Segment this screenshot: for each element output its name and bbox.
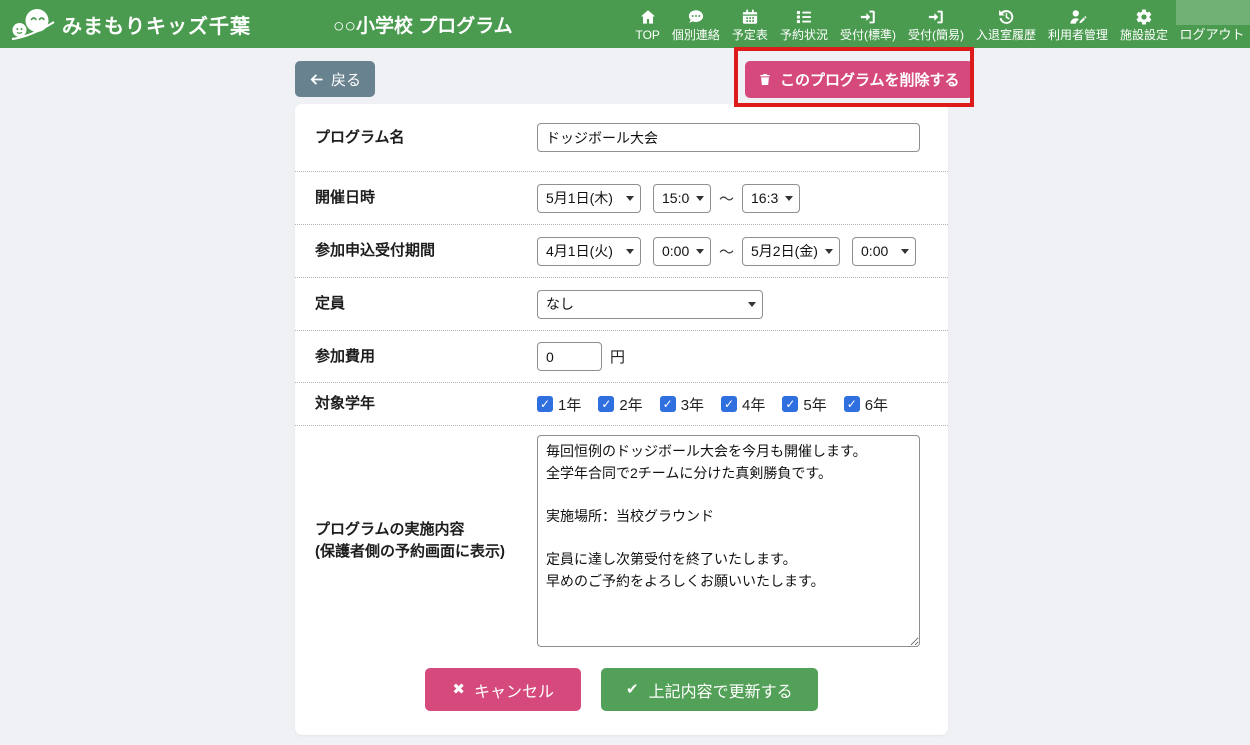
page-title: ○○小学校 プログラム (333, 11, 513, 38)
back-button[interactable]: 戻る (295, 61, 375, 97)
description-textarea[interactable]: 毎回恒例のドッジボール大会を今月も開催します。 全学年合同で2チームに分けた真剣… (537, 435, 920, 647)
user-edit-icon (1069, 8, 1087, 26)
nav-item-yoteihyou[interactable]: 予定表 (726, 0, 774, 48)
logout-highlight-rect (1176, 0, 1250, 25)
nav-item-uketsuke-hyoujun[interactable]: 受付(標準) (834, 0, 902, 48)
grade-checkbox-5[interactable]: 5年 (782, 394, 826, 415)
nav-item-top[interactable]: TOP (629, 0, 665, 48)
arrow-left-icon (309, 72, 324, 87)
grade-checkbox-1[interactable]: 1年 (537, 394, 581, 415)
checkbox-checked-icon (598, 396, 614, 412)
main-nav: TOP 個別連絡 予定表 予約状況 受付(標準) (629, 0, 1250, 48)
program-name-label: プログラム名 (315, 127, 537, 149)
nav-item-yoyaku-joukyou[interactable]: 予約状況 (774, 0, 834, 48)
nav-item-nyuutaishitsu-rireki[interactable]: 入退室履歴 (970, 0, 1042, 48)
capacity-select[interactable]: なし (537, 290, 763, 319)
form-row-registration-period: 参加申込受付期間 4月1日(火) 0:00 ～ 5月2日(金) 0:00 (295, 225, 948, 278)
capacity-label: 定員 (315, 293, 537, 315)
registration-period-label: 参加申込受付期間 (315, 240, 537, 262)
checkbox-checked-icon (782, 396, 798, 412)
period-end-time-select[interactable]: 0:00 (852, 237, 916, 266)
grade-checkbox-3[interactable]: 3年 (660, 394, 704, 415)
event-start-time-select[interactable]: 15:00 (653, 184, 711, 213)
form-actions: ✖ キャンセル ✔ 上記内容で更新する (295, 656, 948, 733)
period-end-date-select[interactable]: 5月2日(金) (742, 237, 840, 266)
calendar-icon (741, 8, 759, 26)
home-icon (639, 8, 657, 26)
x-icon: ✖ (452, 682, 465, 697)
trash-icon (758, 72, 772, 87)
app-logo[interactable]: みまもりキッズ千葉 (10, 8, 251, 41)
cancel-button[interactable]: ✖ キャンセル (425, 668, 581, 711)
tilde-separator: ～ (719, 188, 734, 209)
nav-item-riyousha-kanri[interactable]: 利用者管理 (1042, 0, 1114, 48)
program-name-input[interactable] (537, 123, 920, 152)
checkbox-checked-icon (721, 396, 737, 412)
checkbox-checked-icon (537, 396, 553, 412)
form-row-fee: 参加費用 円 (295, 331, 948, 383)
delete-program-button[interactable]: このプログラムを削除する (745, 61, 973, 98)
grades-label: 対象学年 (315, 393, 537, 415)
event-date-select[interactable]: 5月1日(木) (537, 184, 641, 213)
tilde-separator: ～ (719, 241, 734, 262)
description-label: プログラムの実施内容 (保護者側の予約画面に表示) (315, 519, 537, 563)
fee-unit-label: 円 (610, 346, 625, 367)
gear-icon (1135, 8, 1153, 26)
fee-input[interactable] (537, 342, 602, 371)
program-edit-form: プログラム名 開催日時 5月1日(木) 15:00 ～ 16:30 参加申込受付… (295, 104, 948, 735)
history-icon (997, 8, 1015, 26)
event-end-time-select[interactable]: 16:30 (742, 184, 800, 213)
nav-item-shisetsu-settei[interactable]: 施設設定 (1114, 0, 1174, 48)
nav-item-kobetsu-renraku[interactable]: 個別連絡 (666, 0, 726, 48)
update-button[interactable]: ✔ 上記内容で更新する (601, 668, 818, 711)
form-row-event-datetime: 開催日時 5月1日(木) 15:00 ～ 16:30 (295, 172, 948, 225)
grade-checkbox-4[interactable]: 4年 (721, 394, 765, 415)
app-header: みまもりキッズ千葉 ○○小学校 プログラム TOP 個別連絡 予定表 予約状況 (0, 0, 1250, 48)
period-start-time-select[interactable]: 0:00 (653, 237, 711, 266)
nav-item-logout[interactable]: ログアウト (1174, 0, 1250, 48)
comment-icon (687, 8, 705, 26)
sign-in-icon (859, 8, 877, 26)
checkbox-checked-icon (660, 396, 676, 412)
event-datetime-label: 開催日時 (315, 187, 537, 209)
grade-checkbox-2[interactable]: 2年 (598, 394, 642, 415)
list-icon (795, 8, 813, 26)
form-row-description: プログラムの実施内容 (保護者側の予約画面に表示) 毎回恒例のドッジボール大会を… (295, 426, 948, 656)
logo-text: みまもりキッズ千葉 (62, 10, 251, 39)
form-row-program-name: プログラム名 (295, 104, 948, 172)
form-row-capacity: 定員 なし (295, 278, 948, 331)
grade-checkbox-6[interactable]: 6年 (844, 394, 888, 415)
fee-label: 参加費用 (315, 346, 537, 368)
sign-in-icon (927, 8, 945, 26)
check-icon: ✔ (626, 682, 639, 697)
form-row-grades: 対象学年 1年 2年 3年 4年 5年 (295, 383, 948, 426)
nav-item-uketsuke-kani[interactable]: 受付(簡易) (902, 0, 970, 48)
snail-mascot-icon (10, 8, 56, 41)
period-start-date-select[interactable]: 4月1日(火) (537, 237, 641, 266)
checkbox-checked-icon (844, 396, 860, 412)
